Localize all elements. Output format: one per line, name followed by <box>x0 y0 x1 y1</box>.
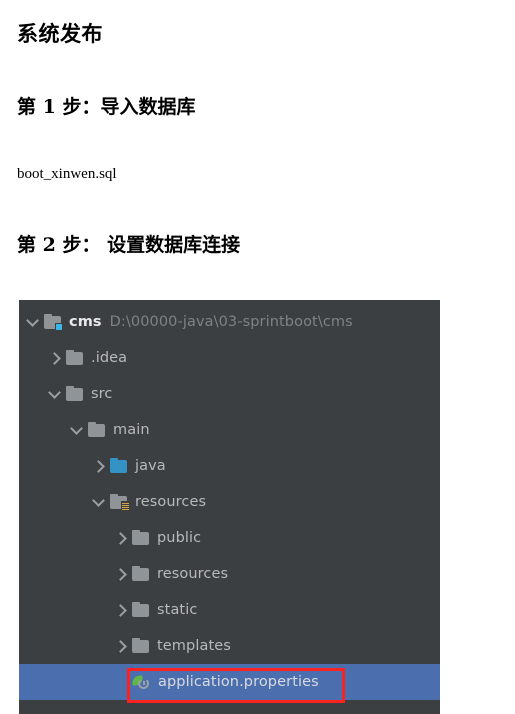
tree-row[interactable]: public <box>19 520 440 556</box>
tree-item-label: static <box>157 602 198 618</box>
chevron-right-icon[interactable] <box>91 458 107 474</box>
ide-project-tree-panel[interactable]: cms D:\00000-java\03-sprintboot\cms .idea s… <box>19 300 440 714</box>
folder-icon <box>88 422 106 438</box>
step-1-body-text: boot_xinwen.sql <box>17 166 117 182</box>
source-folder-icon <box>110 458 128 474</box>
folder-icon <box>66 350 84 366</box>
folder-icon <box>132 530 150 546</box>
tree-row-selected[interactable]: application.properties <box>19 664 440 700</box>
tree-row[interactable]: resources <box>19 484 440 520</box>
page-title: 系统发布 <box>17 22 103 46</box>
tree-row[interactable]: .idea <box>19 340 440 376</box>
tree-row[interactable]: static <box>19 592 440 628</box>
step-2-heading: 第 2 步： 设置数据库连接 <box>17 234 241 256</box>
tree-row[interactable]: main <box>19 412 440 448</box>
tree-item-label: public <box>157 530 202 546</box>
chevron-right-icon[interactable] <box>113 530 129 546</box>
chevron-down-icon[interactable] <box>25 314 41 330</box>
chevron-placeholder <box>113 674 129 690</box>
tree-item-label: src <box>91 386 113 402</box>
spring-boot-file-icon <box>131 674 151 691</box>
tree-item-path: D:\00000-java\03-sprintboot\cms <box>109 314 353 330</box>
tree-item-label: main <box>113 422 150 438</box>
chevron-right-icon[interactable] <box>113 602 129 618</box>
chevron-right-icon[interactable] <box>113 638 129 654</box>
folder-icon <box>132 638 150 654</box>
tree-row[interactable]: resources <box>19 556 440 592</box>
tree-item-label: java <box>135 458 166 474</box>
resources-folder-icon <box>110 494 130 512</box>
chevron-right-icon[interactable] <box>47 350 63 366</box>
folder-icon <box>132 566 150 582</box>
document-page: 系统发布 第 1 步：导入数据库 boot_xinwen.sql 第 2 步： … <box>0 0 515 714</box>
tree-row[interactable]: src <box>19 376 440 412</box>
chevron-right-icon[interactable] <box>113 566 129 582</box>
tree-item-label: resources <box>157 566 229 582</box>
tree-item-label: cms <box>69 314 102 330</box>
tree-item-label: templates <box>157 638 231 654</box>
step-1-heading: 第 1 步：导入数据库 <box>17 96 196 118</box>
chevron-down-icon[interactable] <box>69 422 85 438</box>
tree-item-label: application.properties <box>158 674 319 690</box>
chevron-down-icon[interactable] <box>47 386 63 402</box>
tree-row[interactable]: templates <box>19 628 440 664</box>
folder-icon <box>66 386 84 402</box>
tree-row[interactable]: java <box>19 448 440 484</box>
folder-icon <box>132 602 150 618</box>
tree-item-label: .idea <box>91 350 128 366</box>
tree-row[interactable]: cms D:\00000-java\03-sprintboot\cms <box>19 304 440 340</box>
tree-item-label: resources <box>135 494 207 510</box>
chevron-down-icon[interactable] <box>91 494 107 510</box>
module-folder-icon <box>44 314 63 331</box>
